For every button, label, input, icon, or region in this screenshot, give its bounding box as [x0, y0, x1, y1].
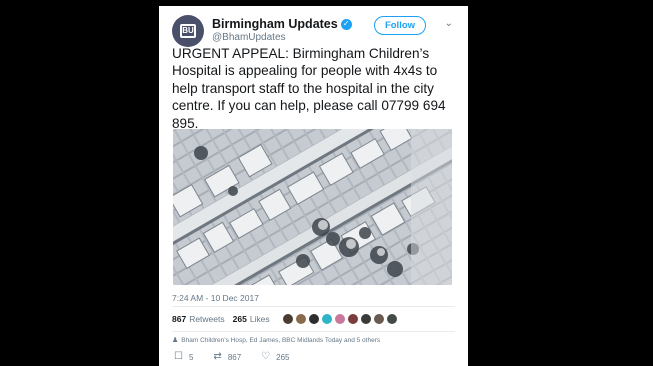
- avatar[interactable]: BU: [172, 15, 204, 47]
- liker-avatar[interactable]: [320, 313, 333, 325]
- user-icon: ♟: [172, 337, 179, 344]
- retweet-icon: ⇄: [213, 351, 222, 362]
- retweets-count: 867: [172, 314, 187, 324]
- replying-to[interactable]: ♟ Bham Children’s Hosp, Ed James, BBC Mi…: [172, 337, 380, 344]
- retweets-label: Retweets: [189, 314, 225, 324]
- replying-to-text: Bham Children’s Hosp, Ed James, BBC Midl…: [181, 337, 381, 344]
- tweet-card: BU Birmingham Updates ✓ @BhamUpdates Fol…: [159, 6, 468, 366]
- reply-icon: ☐: [174, 351, 183, 362]
- likes-label: Likes: [249, 314, 270, 324]
- retweets-stat[interactable]: 867 Retweets: [172, 314, 225, 324]
- display-name-text: Birmingham Updates: [212, 17, 338, 31]
- liker-avatar[interactable]: [372, 313, 385, 325]
- reply-button[interactable]: ☐ 5: [174, 352, 193, 362]
- reply-count: 5: [188, 352, 194, 362]
- heart-icon: ♡: [261, 351, 271, 362]
- tweet-timestamp[interactable]: 7:24 AM - 10 Dec 2017: [172, 293, 259, 303]
- like-button[interactable]: ♡ 265: [261, 352, 289, 362]
- like-count: 265: [276, 352, 290, 362]
- likes-stat[interactable]: 265 Likes: [233, 314, 270, 324]
- tweet-media-photo[interactable]: [173, 129, 452, 285]
- chevron-down-icon[interactable]: ⌄: [445, 19, 453, 29]
- tweet-text: URGENT APPEAL: Birmingham Children’s Hos…: [172, 46, 446, 131]
- likes-count: 265: [232, 314, 247, 324]
- account-names[interactable]: Birmingham Updates ✓ @BhamUpdates: [212, 17, 352, 43]
- engagement-stats: 867 Retweets 265 Likes: [172, 312, 398, 326]
- liker-avatars: [281, 313, 398, 325]
- snow-aerial-photo: [173, 129, 452, 285]
- retweet-count: 867: [227, 352, 242, 362]
- liker-avatar[interactable]: [346, 313, 359, 325]
- liker-avatar[interactable]: [333, 313, 346, 325]
- follow-button[interactable]: Follow: [374, 16, 426, 35]
- retweet-button[interactable]: ⇄ 867: [213, 352, 241, 362]
- display-name[interactable]: Birmingham Updates ✓: [212, 17, 352, 31]
- divider: [172, 306, 455, 307]
- liker-avatar[interactable]: [294, 313, 307, 325]
- liker-avatar[interactable]: [307, 313, 320, 325]
- liker-avatar[interactable]: [281, 313, 294, 325]
- liker-avatar[interactable]: [359, 313, 372, 325]
- account-handle: @BhamUpdates: [212, 32, 286, 43]
- tweet-header: BU Birmingham Updates ✓ @BhamUpdates Fol…: [172, 14, 456, 48]
- divider: [172, 331, 455, 332]
- verified-icon: ✓: [340, 18, 352, 30]
- avatar-logo: BU: [180, 24, 196, 38]
- tweet-actions: ☐ 5 ⇄ 867 ♡ 265: [174, 352, 310, 362]
- liker-avatar[interactable]: [385, 313, 398, 325]
